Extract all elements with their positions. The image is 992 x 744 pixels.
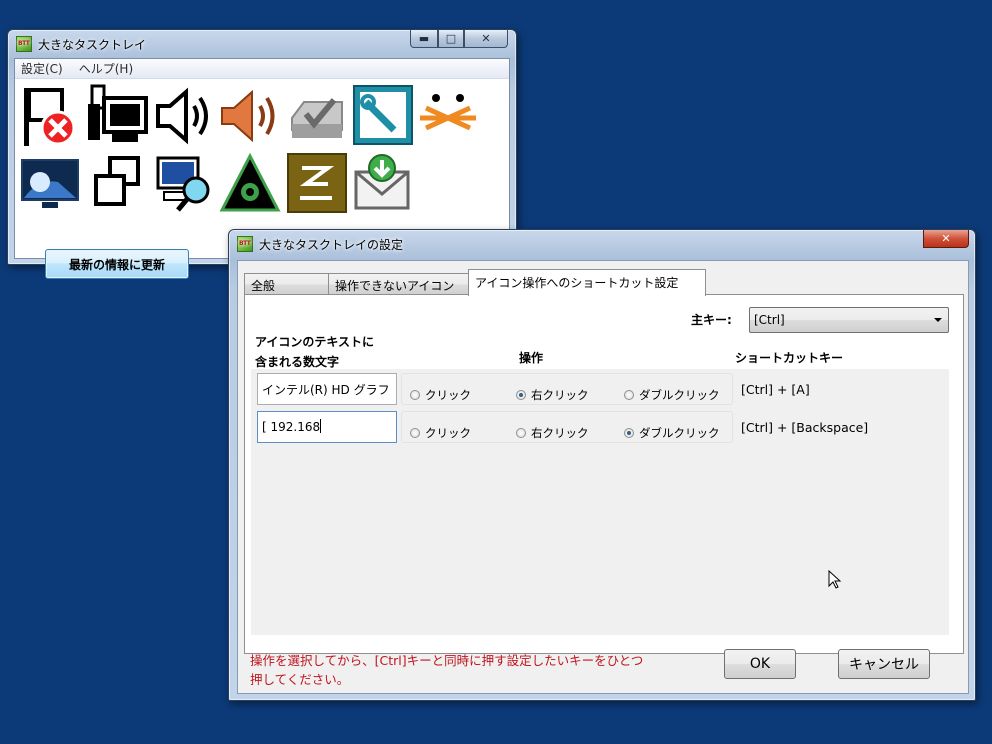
instruction-line-2: 押してください。 <box>250 672 350 687</box>
header-icon-text-1: アイコンのテキストに <box>255 335 375 349</box>
caption-buttons: ▬ □ ✕ <box>410 30 508 48</box>
row1-shortcut: [Ctrl] + [A] <box>741 382 810 397</box>
instruction-text: 操作を選択してから、[Ctrl]キーと同時に押す設定したいキーをひとつ 押してく… <box>250 651 690 689</box>
radio-label: クリック <box>425 426 471 440</box>
minimize-button[interactable]: ▬ <box>410 30 438 48</box>
main-key-select[interactable]: [Ctrl] <box>749 307 949 333</box>
tray-window-title: 大きなタスクトレイ <box>38 37 147 52</box>
bluetooth-icon[interactable] <box>415 83 481 149</box>
flag-error-icon[interactable] <box>17 83 83 149</box>
dialog-title: 大きなタスクトレイの設定 <box>259 237 404 252</box>
app-icon <box>237 236 253 252</box>
main-key-label: 主キー: <box>691 313 732 327</box>
dialog-close-button[interactable]: ✕ <box>923 230 969 248</box>
row1-radio-double-click[interactable]: ダブルクリック <box>624 387 720 403</box>
instruction-line-1: 操作を選択してから、[Ctrl]キーと同時に押す設定したいキーをひとつ <box>250 653 644 668</box>
radio-label: クリック <box>425 388 471 402</box>
row1-text-field[interactable]: インテル(R) HD グラフ <box>257 373 397 405</box>
radio-label: ダブルクリック <box>639 388 720 402</box>
row2-operation-group: クリック 右クリック ダブルクリック <box>401 411 733 443</box>
mouse-pointer-icon <box>828 570 842 589</box>
tray-title-bar[interactable]: 大きなタスクトレイ <box>16 35 146 53</box>
mail-download-icon[interactable] <box>349 151 415 217</box>
main-key-value: [Ctrl] <box>754 313 785 327</box>
radio-icon <box>516 428 526 438</box>
row2-radio-click[interactable]: クリック <box>410 425 471 441</box>
menu-help[interactable]: ヘルプ(H) <box>79 60 133 77</box>
logo-box-icon[interactable] <box>283 151 349 217</box>
header-operation: 操作 <box>519 351 544 365</box>
computer-search-icon[interactable] <box>151 151 217 217</box>
radio-icon <box>410 428 420 438</box>
app-icon <box>16 36 32 52</box>
windows-switch-icon[interactable] <box>85 151 151 217</box>
radio-icon <box>624 390 634 400</box>
dialog-client-area: 全般 操作できないアイコン アイコン操作へのショートカット設定 主キー: [Ct… <box>237 260 969 694</box>
tab-disabled-icons[interactable]: 操作できないアイコン <box>328 273 470 295</box>
text-caret <box>320 419 322 433</box>
wrench-tool-icon[interactable] <box>349 83 415 149</box>
close-button[interactable]: ✕ <box>464 30 508 48</box>
row1-radio-click[interactable]: クリック <box>410 387 471 403</box>
settings-dialog: 大きなタスクトレイの設定 ✕ 全般 操作できないアイコン アイコン操作へのショー… <box>228 229 976 701</box>
row2-text-field[interactable]: [ 192.168 <box>257 411 397 443</box>
radio-label: ダブルクリック <box>639 426 720 440</box>
eye-triangle-icon[interactable] <box>217 151 283 217</box>
row2-radio-double-click[interactable]: ダブルクリック <box>624 425 720 441</box>
speaker-outline-icon[interactable] <box>151 83 217 149</box>
radio-label: 右クリック <box>531 388 589 402</box>
radio-label: 右クリック <box>531 426 589 440</box>
dialog-title-bar[interactable]: 大きなタスクトレイの設定 <box>237 235 403 253</box>
shortcut-grid: インテル(R) HD グラフ クリック 右クリック ダブルクリック [Ctrl]… <box>251 369 949 635</box>
radio-checked-icon <box>516 390 526 400</box>
refresh-button[interactable]: 最新の情報に更新 <box>45 249 189 279</box>
shortcut-tab-panel: 主キー: [Ctrl] アイコンのテキストに 含まれる数文字 操作 ショートカッ… <box>244 294 964 654</box>
maximize-button[interactable]: □ <box>438 30 464 48</box>
cancel-button[interactable]: キャンセル <box>838 649 930 679</box>
network-icon[interactable] <box>85 83 151 149</box>
header-shortcut-key: ショートカットキー <box>735 351 844 365</box>
row2-radio-right-click[interactable]: 右クリック <box>516 425 589 441</box>
menu-bar: 設定(C) ヘルプ(H) <box>15 59 509 79</box>
chevron-down-icon <box>934 318 942 322</box>
row1-radio-right-click[interactable]: 右クリック <box>516 387 589 403</box>
row1-operation-group: クリック 右クリック ダブルクリック <box>401 373 733 405</box>
tab-shortcut-settings[interactable]: アイコン操作へのショートカット設定 <box>468 269 706 296</box>
dialog-caption-buttons: ✕ <box>923 230 969 248</box>
speaker-volume-icon[interactable] <box>217 83 283 149</box>
ok-button[interactable]: OK <box>724 649 796 679</box>
display-icon[interactable] <box>17 151 83 217</box>
row2-shortcut: [Ctrl] + [Backspace] <box>741 420 869 435</box>
radio-checked-icon <box>624 428 634 438</box>
radio-icon <box>410 390 420 400</box>
printer-check-icon[interactable] <box>283 83 349 149</box>
tab-general[interactable]: 全般 <box>244 273 330 295</box>
header-icon-text-2: 含まれる数文字 <box>255 355 340 369</box>
menu-settings[interactable]: 設定(C) <box>21 60 63 77</box>
row2-text-value: [ 192.168 <box>262 420 321 434</box>
